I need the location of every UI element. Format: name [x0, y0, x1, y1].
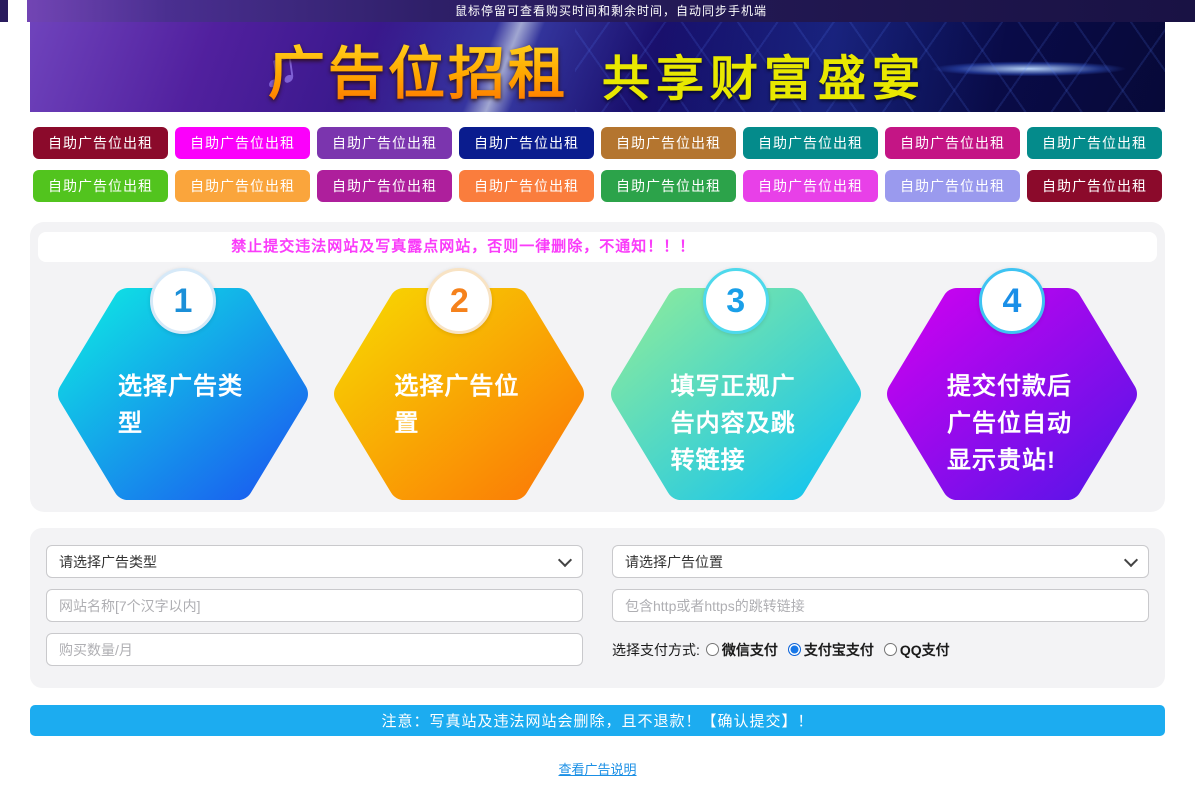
ad-position-select[interactable]: 请选择广告位置	[612, 545, 1149, 578]
banner-subtitle: 共享财富盛宴	[602, 53, 927, 106]
payment-option-qq[interactable]: QQ支付	[883, 640, 950, 660]
payment-option-label: 支付宝支付	[803, 641, 874, 658]
top-notice-bar: 鼠标停留可查看购买时间和剩余时间，自动同步手机端	[27, 0, 1195, 22]
chevron-down-icon	[1123, 552, 1139, 567]
step-2-choose-ad-position: 2 选择广告位置	[334, 268, 585, 500]
ad-rent-button[interactable]: 自助广告位出租	[33, 170, 168, 202]
chevron-down-icon	[557, 552, 573, 567]
ad-rent-button[interactable]: 自助广告位出租	[601, 170, 736, 202]
step-label: 填写正规广告内容及跳转链接	[670, 373, 796, 474]
ad-rent-button[interactable]: 自助广告位出租	[317, 127, 452, 159]
step-1-choose-ad-type: 1 选择广告类型	[58, 268, 308, 500]
step-number-badge: 3	[702, 268, 769, 334]
payment-option-wechat[interactable]: 微信支付	[705, 640, 778, 660]
radio-wechat[interactable]	[705, 643, 719, 656]
ad-rent-button[interactable]: 自助广告位出租	[33, 127, 168, 159]
step-3-fill-ad-content: 3 填写正规广告内容及跳转链接	[610, 268, 861, 500]
payment-option-label: 微信支付	[721, 641, 778, 658]
view-ad-instructions-link[interactable]: 查看广告说明	[558, 762, 636, 777]
page-edge-fragment	[0, 0, 8, 22]
ad-rent-button[interactable]: 自助广告位出租	[175, 127, 310, 159]
step-label: 提交付款后广告位自动显示贵站!	[946, 373, 1072, 474]
step-number-badge: 2	[426, 268, 493, 334]
warning-strip: 禁止提交违法网站及写真露点网站，否则一律删除，不通知！！！	[38, 232, 1157, 262]
ad-rent-button[interactable]: 自助广告位出租	[601, 127, 736, 159]
ad-rent-button[interactable]: 自助广告位出租	[885, 170, 1020, 202]
step-number-badge: 1	[150, 268, 216, 334]
step-number-badge: 4	[978, 268, 1045, 334]
ad-rent-button[interactable]: 自助广告位出租	[175, 170, 310, 202]
radio-alipay[interactable]	[787, 643, 801, 656]
banner-title: 广告位招租	[268, 28, 568, 110]
ad-rent-button[interactable]: 自助广告位出租	[459, 127, 594, 159]
ad-type-select[interactable]: 请选择广告类型	[46, 545, 583, 578]
ad-rent-button[interactable]: 自助广告位出租	[1027, 170, 1162, 202]
quantity-input[interactable]	[46, 633, 583, 666]
site-name-input[interactable]	[46, 589, 583, 622]
jump-link-input[interactable]	[612, 589, 1149, 622]
payment-option-alipay[interactable]: 支付宝支付	[787, 640, 874, 660]
ad-order-form: 请选择广告类型 请选择广告位置 选择支付方式: 微信支付 支付宝支付 QQ支付	[30, 528, 1165, 688]
step-label: 选择广告类型	[118, 373, 243, 437]
payment-method-row: 选择支付方式: 微信支付 支付宝支付 QQ支付	[612, 633, 1149, 666]
banner: ♫ 广告位招租 共享财富盛宴	[30, 22, 1165, 112]
ad-type-select-value: 请选择广告类型	[59, 553, 157, 570]
payment-option-label: QQ支付	[899, 641, 950, 658]
ad-rent-button[interactable]: 自助广告位出租	[743, 170, 878, 202]
steps-card: 禁止提交违法网站及写真露点网站，否则一律删除，不通知！！！ 1 选择广告类型 2…	[30, 222, 1165, 512]
ad-rent-button[interactable]: 自助广告位出租	[1027, 127, 1162, 159]
payment-method-label: 选择支付方式:	[612, 641, 700, 658]
ad-rent-button[interactable]: 自助广告位出租	[459, 170, 594, 202]
ad-button-rows: 自助广告位出租 自助广告位出租 自助广告位出租 自助广告位出租 自助广告位出租 …	[33, 127, 1165, 202]
footer: 查看广告说明	[0, 759, 1195, 779]
confirm-submit-button[interactable]: 注意：写真站及违法网站会删除，且不退款！【确认提交】！	[30, 705, 1165, 736]
ad-rent-button[interactable]: 自助广告位出租	[743, 127, 878, 159]
ad-rent-button[interactable]: 自助广告位出租	[885, 127, 1020, 159]
ad-position-select-value: 请选择广告位置	[625, 553, 723, 570]
step-label: 选择广告位置	[394, 373, 520, 437]
warning-text: 禁止提交违法网站及写真露点网站，否则一律删除，不通知！！！	[231, 238, 696, 255]
ad-rent-button[interactable]: 自助广告位出租	[317, 170, 452, 202]
radio-qq[interactable]	[883, 643, 897, 656]
step-4-submit-payment: 4 提交付款后广告位自动显示贵站!	[886, 268, 1137, 500]
steps-row: 1 选择广告类型 2 选择广告位置 3 填写正规广告内容及跳转链接 4 提交付款…	[58, 268, 1137, 500]
